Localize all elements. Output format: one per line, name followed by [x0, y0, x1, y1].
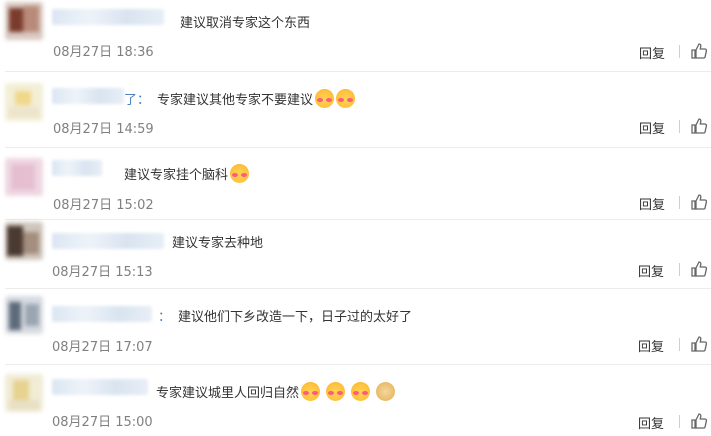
- avatar[interactable]: [5, 296, 43, 334]
- username[interactable]: [52, 88, 124, 104]
- avatar[interactable]: [5, 222, 43, 260]
- comment-text: 建议专家去种地: [172, 236, 264, 251]
- avatar[interactable]: [5, 2, 43, 40]
- reply-button[interactable]: 回复: [638, 336, 664, 355]
- blush-emoji: [351, 382, 371, 401]
- comment-text: 建议他们下乡改造一下，日子过的太好了: [178, 310, 413, 325]
- username[interactable]: [52, 160, 102, 176]
- thumbs-up-icon[interactable]: [690, 260, 708, 278]
- comment-text-content: 专家建议城里人回归自然: [156, 386, 300, 401]
- comment-text: 专家建议其他专家不要建议: [157, 89, 356, 108]
- reply-button[interactable]: 回复: [639, 118, 665, 137]
- timestamp: 08月27日 14:59: [53, 122, 154, 137]
- separator: [679, 263, 680, 276]
- separator: [679, 45, 680, 58]
- divider: [5, 288, 711, 289]
- thumbs-up-icon[interactable]: [690, 42, 708, 60]
- username[interactable]: [52, 306, 152, 322]
- separator: [679, 120, 680, 133]
- comment-text: 建议专家挂个脑科: [124, 164, 250, 183]
- doge-emoji: [376, 382, 396, 401]
- thumbs-up-icon[interactable]: [690, 335, 708, 353]
- divider: [5, 364, 711, 365]
- thumbs-up-icon[interactable]: [690, 193, 708, 211]
- reply-button[interactable]: 回复: [638, 261, 664, 280]
- blush-emoji: [315, 89, 335, 108]
- thumbs-up-icon[interactable]: [690, 412, 708, 430]
- reply-button[interactable]: 回复: [639, 194, 665, 213]
- separator: [679, 338, 680, 351]
- comment-text: 专家建议城里人回归自然: [156, 382, 396, 401]
- timestamp: 08月27日 17:07: [52, 340, 153, 355]
- reply-button[interactable]: 回复: [638, 413, 664, 432]
- avatar[interactable]: [5, 374, 43, 412]
- blush-emoji: [230, 164, 250, 183]
- blush-emoji: [336, 89, 356, 108]
- blush-emoji: [301, 382, 321, 401]
- avatar[interactable]: [5, 83, 43, 121]
- comment-text-content: 专家建议其他专家不要建议: [157, 93, 314, 108]
- divider: [5, 71, 711, 72]
- timestamp: 08月27日 18:36: [53, 45, 154, 60]
- username-suffix: 了：: [124, 93, 151, 108]
- username-suffix: ：: [158, 310, 172, 325]
- username[interactable]: [52, 9, 164, 25]
- thumbs-up-icon[interactable]: [690, 117, 708, 135]
- reply-button[interactable]: 回复: [639, 43, 665, 62]
- separator: [679, 196, 680, 209]
- timestamp: 08月27日 15:02: [53, 198, 154, 213]
- username[interactable]: [52, 379, 148, 395]
- username[interactable]: [52, 233, 164, 249]
- divider: [5, 147, 711, 148]
- avatar[interactable]: [5, 158, 43, 196]
- separator: [679, 415, 680, 428]
- divider: [5, 219, 711, 220]
- blush-emoji: [326, 382, 346, 401]
- comment-text-content: 建议专家挂个脑科: [124, 168, 229, 183]
- timestamp: 08月27日 15:00: [52, 415, 153, 430]
- comment-text: 建议取消专家这个东西: [180, 16, 311, 31]
- timestamp: 08月27日 15:13: [52, 265, 153, 280]
